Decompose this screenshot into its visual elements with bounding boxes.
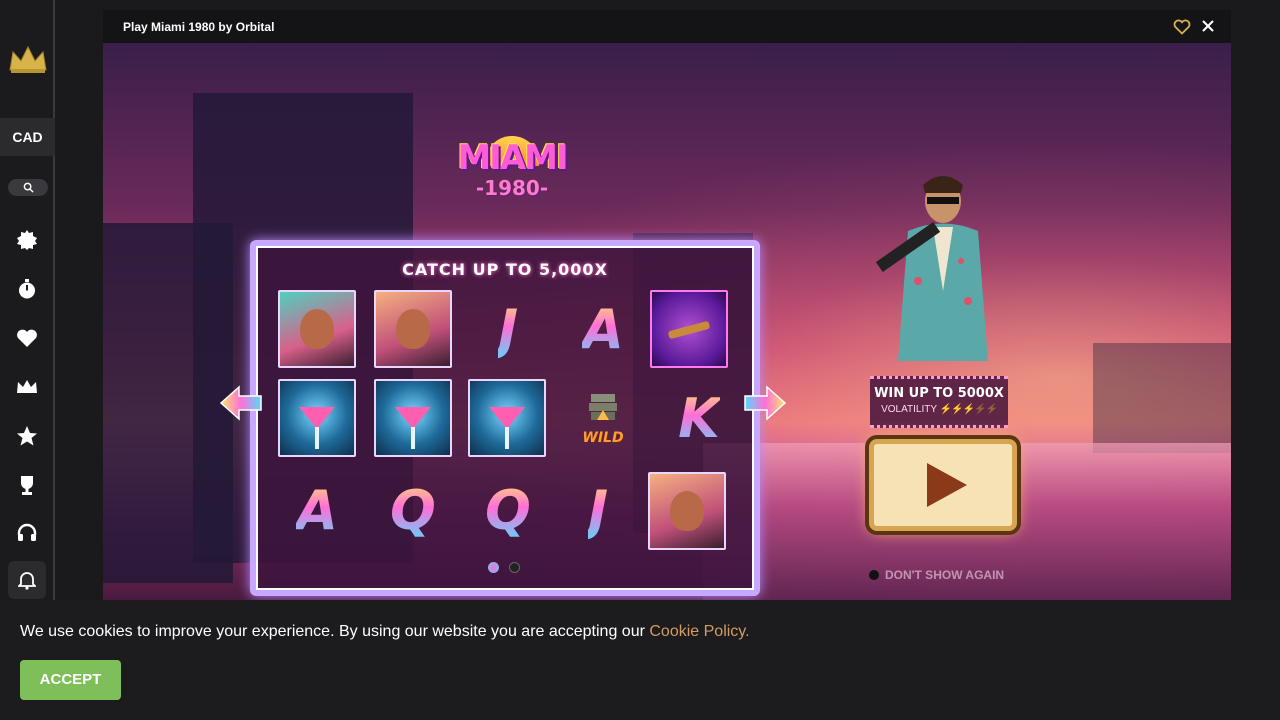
- game-window: Play Miami 1980 by Orbital MIAMI -1980- …: [103, 10, 1231, 600]
- symbol-letter: K: [678, 386, 720, 450]
- search-button[interactable]: [8, 179, 48, 196]
- symbol-portrait: [648, 472, 726, 550]
- bell-icon: [18, 572, 36, 590]
- cookie-banner: We use cookies to improve your experienc…: [0, 600, 1280, 720]
- symbol-martini: [468, 379, 546, 457]
- game-titlebar: Play Miami 1980 by Orbital: [103, 10, 1231, 43]
- symbol-letter: J: [497, 297, 519, 361]
- hero-character: [873, 171, 1013, 411]
- dont-show-radio[interactable]: [869, 570, 879, 580]
- dont-show-again[interactable]: DON'T SHOW AGAIN: [869, 568, 1004, 582]
- promo-headline: CATCH UP TO 5,000X: [402, 260, 608, 279]
- crown-logo-icon[interactable]: [8, 44, 48, 74]
- symbol-portrait: [278, 290, 356, 368]
- favorite-button[interactable]: [1173, 18, 1191, 36]
- cookie-text: We use cookies to improve your experienc…: [20, 623, 750, 641]
- play-icon: [927, 463, 967, 507]
- promo-board: CATCH UP TO 5,000X J A WILD K A Q Q J: [250, 240, 760, 596]
- close-icon: [1202, 20, 1214, 32]
- search-icon: [23, 182, 34, 193]
- accept-button[interactable]: ACCEPT: [20, 660, 121, 700]
- volatility-label: VOLATILITY: [881, 404, 937, 415]
- prev-slide-button[interactable]: [219, 383, 262, 423]
- heart-outline-icon: [1173, 19, 1191, 35]
- arrow-right-icon: [744, 385, 787, 421]
- headset-icon[interactable]: [14, 520, 40, 546]
- info-box: WIN UP TO 5000X VOLATILITY ⚡⚡⚡⚡⚡: [870, 376, 1008, 428]
- star-icon[interactable]: [14, 423, 40, 449]
- skyline: [1093, 343, 1231, 453]
- logo-word: MIAMI: [457, 138, 568, 178]
- crown-icon[interactable]: [14, 374, 40, 400]
- play-button[interactable]: [869, 439, 1017, 531]
- notifications-button[interactable]: [8, 561, 46, 599]
- volatility-bolts-icon: ⚡⚡⚡: [939, 404, 975, 415]
- game-logo: MIAMI -1980-: [457, 136, 569, 200]
- arrow-left-icon: [219, 385, 262, 421]
- trophy-icon[interactable]: [14, 472, 40, 498]
- win-text: WIN UP TO 5000X: [874, 386, 1004, 401]
- close-button[interactable]: [1199, 17, 1217, 35]
- volatility-row: VOLATILITY ⚡⚡⚡⚡⚡: [870, 404, 1008, 415]
- slide-dot-active[interactable]: [488, 562, 499, 573]
- sidebar: CAD: [0, 0, 55, 600]
- symbol-scatter: [650, 290, 728, 368]
- slide-dot[interactable]: [509, 562, 520, 573]
- symbol-wild: WILD: [564, 379, 642, 457]
- slide-indicator: [488, 562, 522, 574]
- game-title: Play Miami 1980 by Orbital: [123, 20, 275, 34]
- symbol-martini: [278, 379, 356, 457]
- logo-year: -1980-: [475, 176, 549, 200]
- game-scene: MIAMI -1980- CATCH UP TO 5,000X J A WILD…: [103, 43, 1231, 600]
- volatility-bolts-empty-icon: ⚡⚡: [974, 404, 998, 415]
- heart-icon[interactable]: [14, 325, 40, 351]
- timer-icon[interactable]: [14, 276, 40, 302]
- symbol-letter: A: [296, 478, 338, 542]
- cookie-policy-link[interactable]: Cookie Policy.: [649, 623, 749, 640]
- wild-label: WILD: [582, 430, 624, 446]
- symbol-martini: [374, 379, 452, 457]
- left-building: [103, 223, 233, 583]
- symbol-letter: Q: [390, 478, 436, 542]
- dont-show-label: DON'T SHOW AGAIN: [885, 568, 1005, 582]
- symbol-letter: Q: [485, 478, 531, 542]
- new-badge-icon[interactable]: [14, 227, 40, 253]
- symbol-letter: J: [587, 478, 609, 542]
- cookie-message: We use cookies to improve your experienc…: [20, 623, 650, 640]
- next-slide-button[interactable]: [743, 383, 787, 423]
- currency-selector[interactable]: CAD: [0, 118, 55, 156]
- symbol-portrait: [374, 290, 452, 368]
- symbol-letter: A: [582, 297, 624, 361]
